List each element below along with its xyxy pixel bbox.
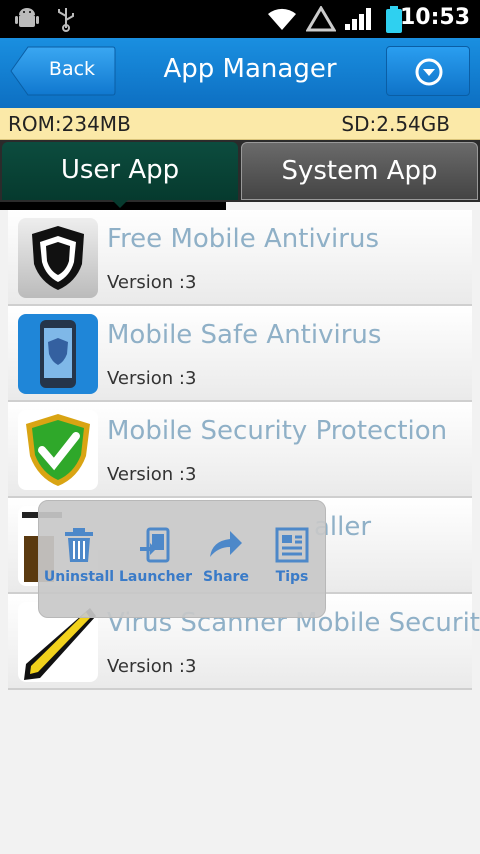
alert-triangle-icon — [306, 6, 336, 32]
list-item[interactable]: Free Mobile Antivirus Version :3 — [8, 210, 472, 306]
usb-icon — [58, 8, 74, 32]
phone-shield-app-icon — [18, 314, 98, 394]
storage-info-bar: ROM:234MB SD:2.54GB — [0, 108, 480, 140]
share-label: Share — [203, 569, 249, 585]
green-shield-check-icon — [18, 410, 98, 490]
wifi-icon — [268, 8, 296, 30]
list-item[interactable]: Mobile Safe Antivirus Version :3 — [8, 306, 472, 402]
chevron-down-circle-icon — [415, 58, 443, 86]
shield-app-icon — [18, 218, 98, 298]
app-list: Free Mobile Antivirus Version :3 Mobile … — [8, 210, 480, 690]
status-time: 10:53 — [399, 5, 470, 30]
dropdown-menu-button[interactable] — [386, 46, 470, 96]
uninstall-label: Uninstall — [43, 569, 115, 585]
tab-pointer — [110, 198, 130, 208]
tab-user-app[interactable]: User App — [2, 142, 238, 200]
app-version: Version :3 — [107, 272, 197, 293]
tips-label: Tips — [275, 569, 309, 585]
app-version: Version :3 — [107, 368, 197, 389]
tab-bar: User App System App — [0, 140, 480, 202]
launcher-icon — [140, 527, 170, 563]
uninstall-button[interactable]: Uninstall — [43, 527, 115, 585]
tips-document-icon — [275, 527, 309, 563]
share-arrow-icon — [210, 531, 242, 557]
signal-icon — [345, 8, 371, 30]
action-bar: Back App Manager — [0, 38, 480, 108]
tips-button[interactable]: Tips — [261, 527, 323, 585]
app-name: Free Mobile Antivirus — [107, 224, 379, 254]
rom-storage: ROM:234MB — [8, 112, 131, 136]
share-button[interactable]: Share — [195, 527, 257, 585]
list-item[interactable]: Mobile Security Protection Version :3 — [8, 402, 472, 498]
tab-system-app[interactable]: System App — [241, 142, 478, 200]
launcher-label: Launcher — [119, 569, 192, 585]
app-version: Version :3 — [107, 464, 197, 485]
status-bar: 10:53 — [0, 0, 480, 38]
android-debug-icon — [15, 8, 39, 27]
trash-icon — [65, 528, 93, 562]
app-name: Mobile Safe Antivirus — [107, 320, 382, 350]
back-button[interactable]: Back — [10, 46, 116, 96]
launcher-button[interactable]: Launcher — [119, 527, 192, 585]
page-title: App Manager — [163, 54, 337, 84]
app-version: Version :3 — [107, 656, 197, 677]
app-action-popup: Uninstall Launcher Share Tips — [38, 500, 326, 618]
app-name: Mobile Security Protection — [107, 416, 448, 446]
back-label: Back — [48, 58, 96, 80]
sd-storage: SD:2.54GB — [341, 112, 450, 136]
